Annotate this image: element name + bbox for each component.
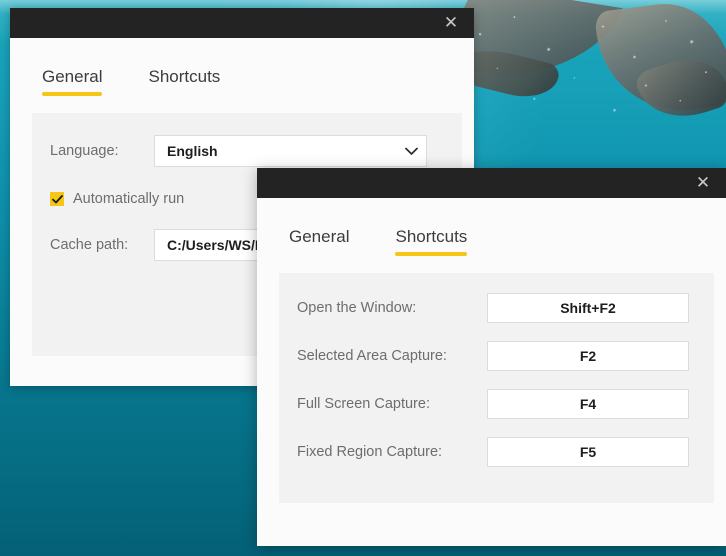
shortcut-row: Open the Window: Shift+F2 bbox=[279, 293, 714, 323]
settings-dialog-shortcuts: ✕ General Shortcuts Open the Window: Shi… bbox=[257, 168, 726, 546]
close-icon[interactable]: ✕ bbox=[680, 168, 726, 198]
tab-shortcuts[interactable]: Shortcuts bbox=[395, 227, 467, 260]
language-label: Language: bbox=[50, 143, 154, 159]
autorun-label: Automatically run bbox=[73, 191, 184, 207]
autorun-checkbox[interactable] bbox=[50, 192, 64, 206]
titlebar-shortcuts: ✕ bbox=[257, 168, 726, 198]
tab-general[interactable]: General bbox=[42, 67, 102, 100]
shortcut-label: Selected Area Capture: bbox=[297, 348, 487, 364]
dialog-body-shortcuts: General Shortcuts Open the Window: Shift… bbox=[257, 198, 726, 546]
tabbar-shortcuts: General Shortcuts bbox=[257, 198, 726, 260]
shortcut-row: Full Screen Capture: F4 bbox=[279, 389, 714, 419]
chevron-down-icon bbox=[405, 147, 414, 156]
shortcut-row: Fixed Region Capture: F5 bbox=[279, 437, 714, 467]
tabbar-general: General Shortcuts bbox=[10, 38, 474, 100]
language-select[interactable]: English bbox=[154, 135, 427, 167]
shortcut-label: Open the Window: bbox=[297, 300, 487, 316]
shortcut-key-input[interactable]: F4 bbox=[487, 389, 689, 419]
shortcuts-settings-panel: Open the Window: Shift+F2 Selected Area … bbox=[279, 273, 714, 503]
water-bubbles-icon bbox=[440, 0, 726, 190]
language-select-value: English bbox=[155, 143, 218, 159]
shortcut-key-input[interactable]: Shift+F2 bbox=[487, 293, 689, 323]
shortcut-key-input[interactable]: F5 bbox=[487, 437, 689, 467]
shortcut-label: Fixed Region Capture: bbox=[297, 444, 487, 460]
shortcut-key-input[interactable]: F2 bbox=[487, 341, 689, 371]
shortcut-row: Selected Area Capture: F2 bbox=[279, 341, 714, 371]
cache-path-label: Cache path: bbox=[50, 237, 154, 253]
close-icon[interactable]: ✕ bbox=[428, 8, 474, 38]
language-row: Language: English bbox=[32, 135, 462, 167]
titlebar-general: ✕ bbox=[10, 8, 474, 38]
shortcut-label: Full Screen Capture: bbox=[297, 396, 487, 412]
tab-general[interactable]: General bbox=[289, 227, 349, 260]
tab-shortcuts[interactable]: Shortcuts bbox=[148, 67, 220, 100]
